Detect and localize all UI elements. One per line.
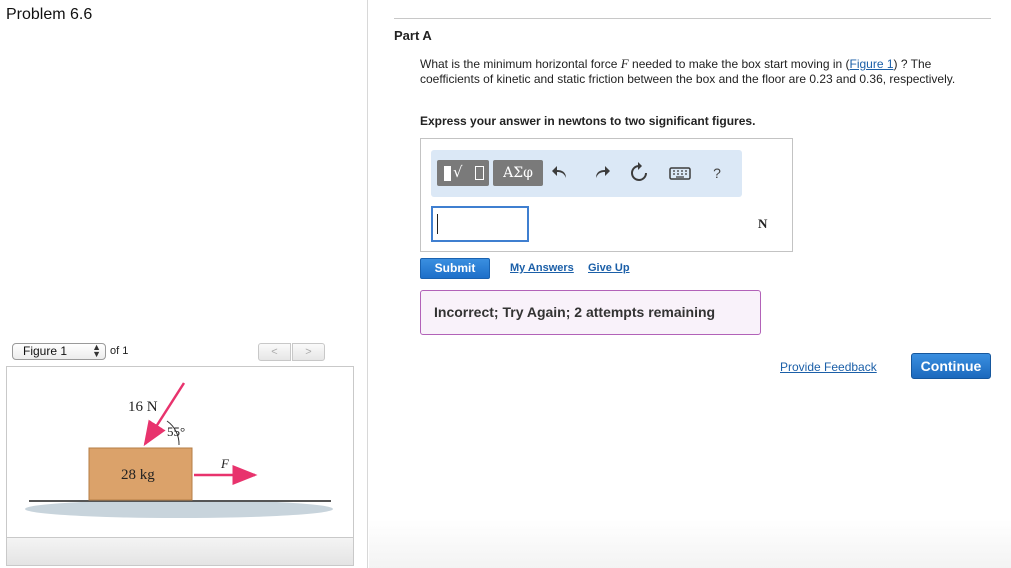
my-answers-link[interactable]: My Answers xyxy=(510,262,574,274)
figure-caption-bar xyxy=(6,538,354,566)
angle-label: 55° xyxy=(167,424,185,439)
radical-icon: √ xyxy=(453,163,463,181)
problem-title: Problem 6.6 xyxy=(6,6,93,23)
give-up-link[interactable]: Give Up xyxy=(588,262,630,274)
bottom-fade xyxy=(369,520,1011,568)
continue-button[interactable]: Continue xyxy=(911,353,991,379)
box-icon xyxy=(475,166,484,180)
submit-button[interactable]: Submit xyxy=(420,258,490,279)
part-title: Part A xyxy=(394,28,432,43)
figure-count: of 1 xyxy=(110,345,129,357)
greek-symbols-button[interactable]: ΑΣφ xyxy=(493,160,543,186)
figure-select-value: Figure 1 xyxy=(23,344,68,358)
force-label: 16 N xyxy=(128,399,158,415)
text-caret xyxy=(437,214,438,234)
next-figure-button[interactable]: > xyxy=(292,343,325,361)
question-pre: What is the minimum horizontal force xyxy=(420,57,621,71)
answer-area: √ ΑΣφ ? N xyxy=(420,138,793,252)
chevron-right-icon: > xyxy=(305,346,312,358)
answer-input[interactable] xyxy=(431,206,529,242)
templates-button[interactable]: √ xyxy=(437,160,489,186)
previous-figure-button[interactable]: < xyxy=(258,343,291,361)
floor-shadow xyxy=(25,500,333,518)
keyboard-icon[interactable] xyxy=(668,161,692,185)
figure-link[interactable]: Figure 1 xyxy=(850,57,894,71)
question-variable: F xyxy=(620,56,629,71)
chevron-left-icon: < xyxy=(271,346,278,358)
figure-select[interactable]: Figure 1 ▲ ▼ xyxy=(12,343,106,360)
question-panel: Part A What is the minimum horizontal fo… xyxy=(369,0,1011,568)
question-mid: needed to make the box start moving in ( xyxy=(628,57,850,71)
mass-label: 28 kg xyxy=(121,467,155,483)
figure-diagram: 16 N 55° 28 kg F xyxy=(25,382,333,518)
question-text: What is the minimum horizontal force F n… xyxy=(420,56,990,87)
incorrect-feedback: Incorrect; Try Again; 2 attempts remaini… xyxy=(420,290,761,335)
reset-icon[interactable] xyxy=(627,161,651,185)
math-toolbar: √ ΑΣφ ? xyxy=(431,150,742,197)
divider xyxy=(394,18,991,19)
undo-icon[interactable] xyxy=(549,161,573,185)
figure-nav-bar: Figure 1 ▲ ▼ of 1 < > xyxy=(6,340,356,364)
help-icon[interactable]: ? xyxy=(705,161,729,185)
answer-unit: N xyxy=(758,216,768,231)
figure-frame: 16 N 55° 28 kg F xyxy=(6,366,354,538)
provide-feedback-link[interactable]: Provide Feedback xyxy=(780,360,877,374)
block-icon xyxy=(444,166,451,181)
updown-arrows-icon: ▲ ▼ xyxy=(92,342,101,359)
answer-instruction: Express your answer in newtons to two si… xyxy=(420,114,756,128)
redo-icon[interactable] xyxy=(589,161,613,185)
applied-force-label: F xyxy=(220,456,230,471)
figure-panel: Problem 6.6 Figure 1 ▲ ▼ of 1 < > 16 N 55… xyxy=(0,0,368,568)
